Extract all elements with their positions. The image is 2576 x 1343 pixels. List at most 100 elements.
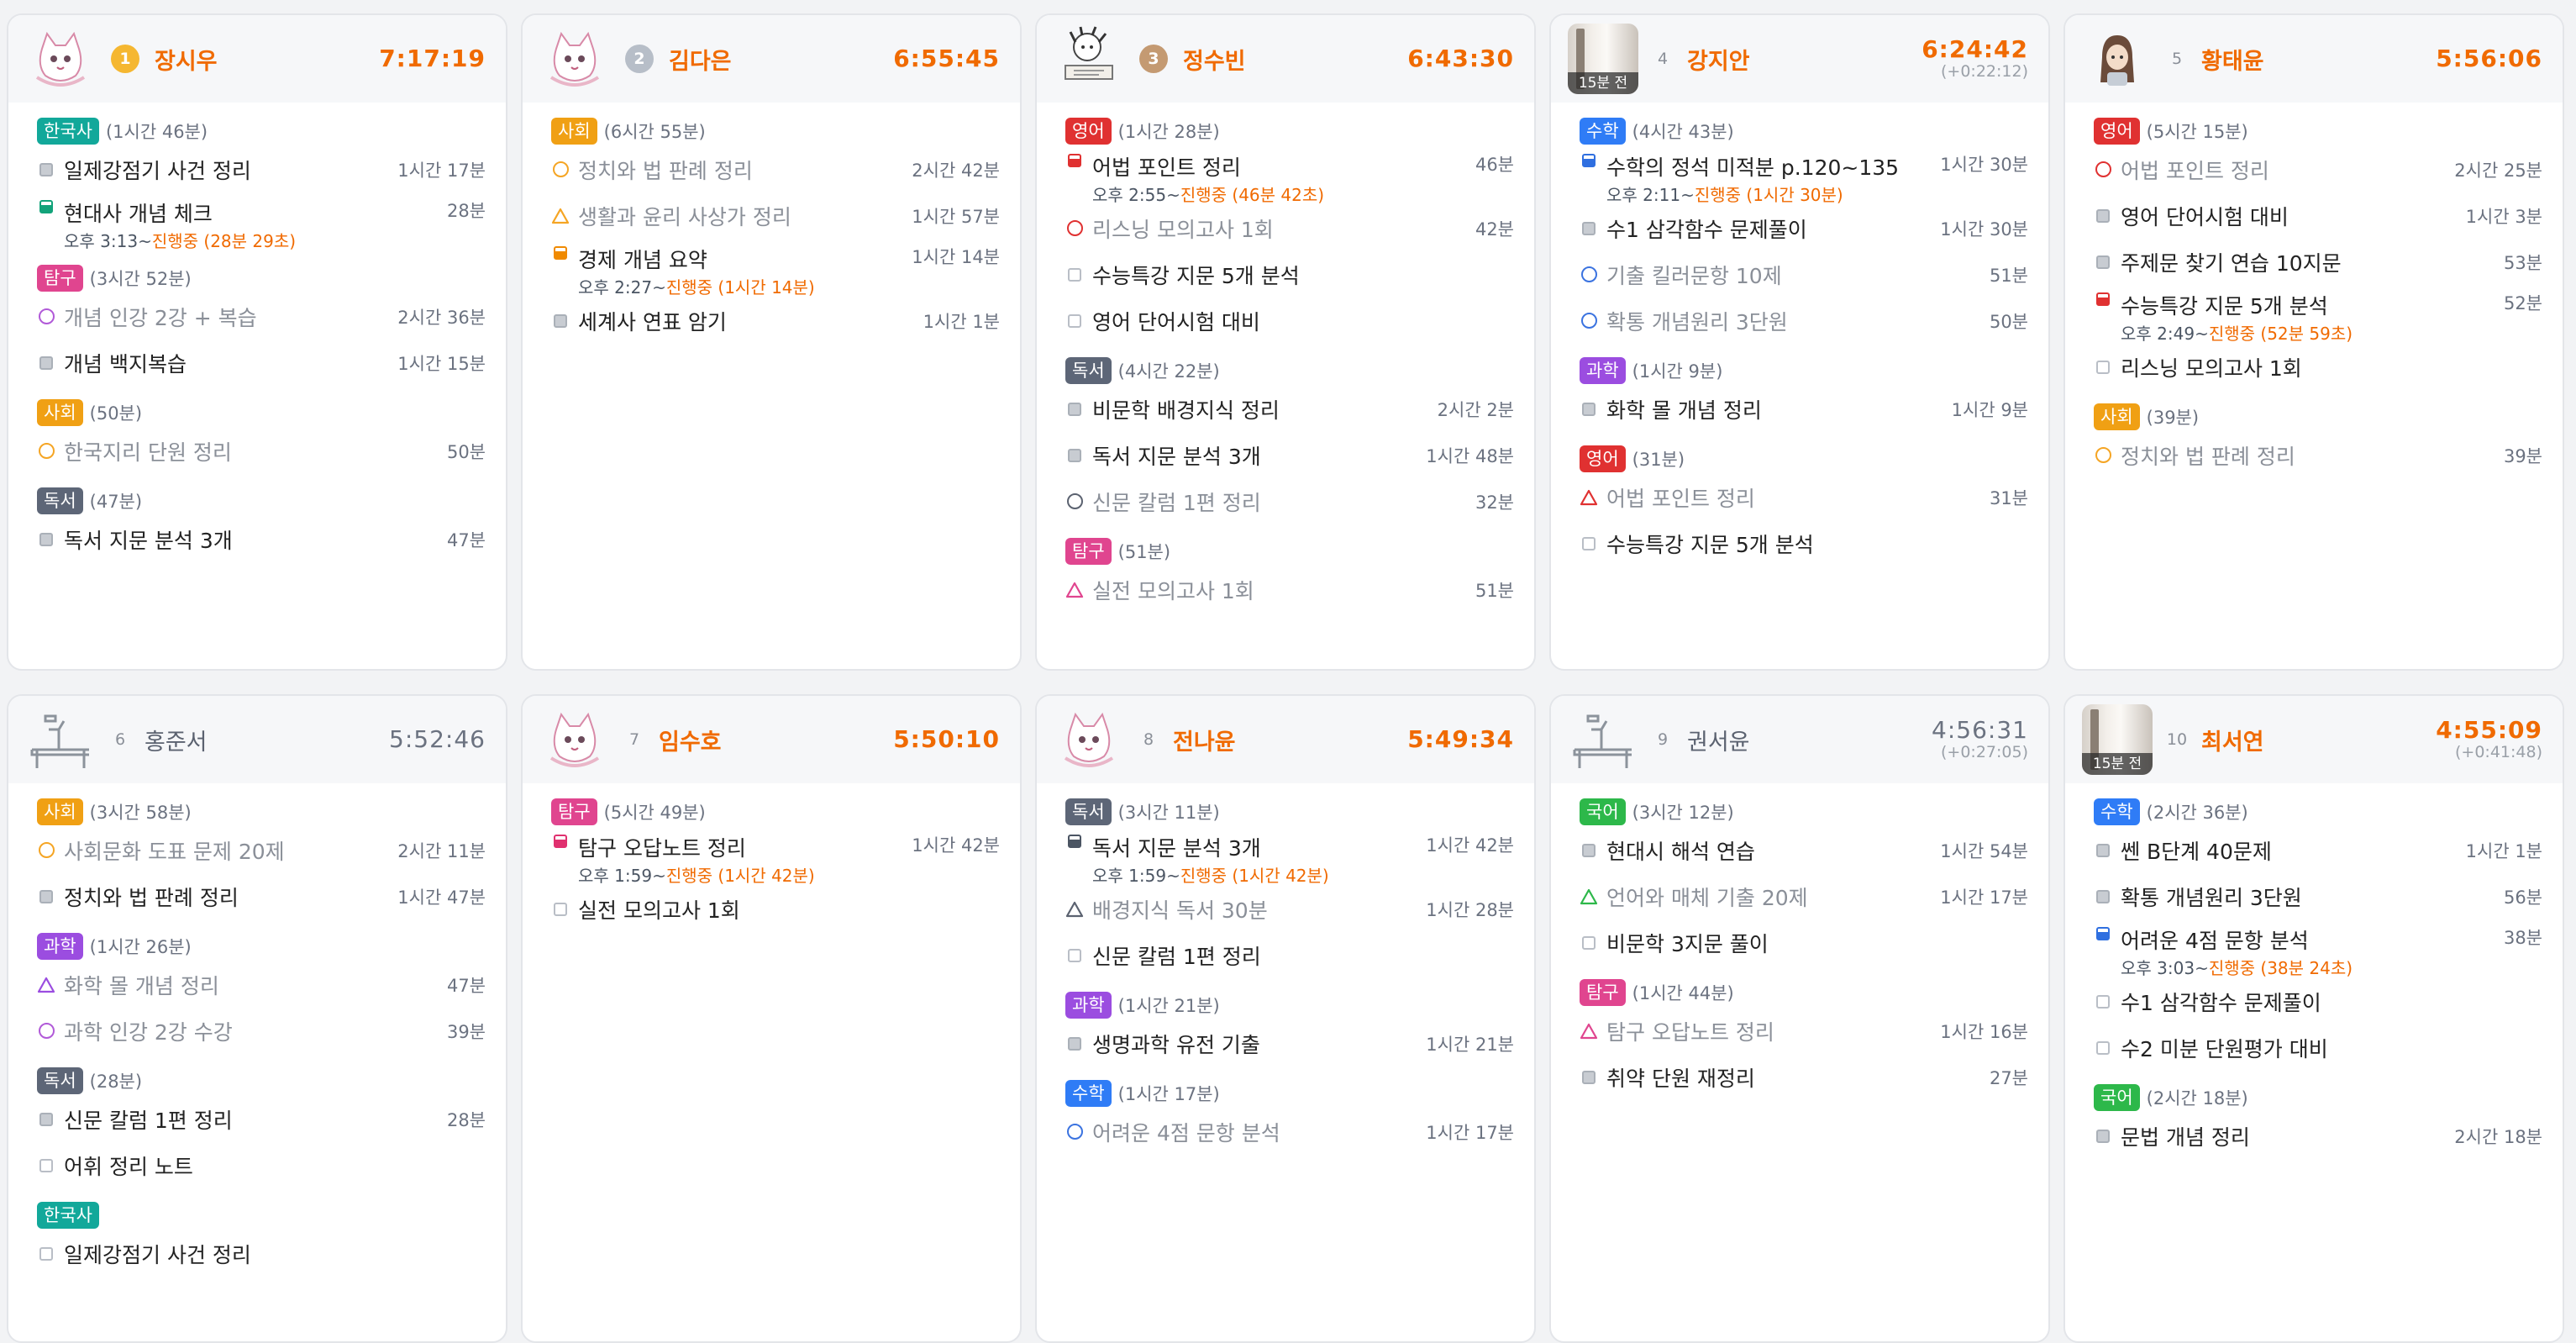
task-item[interactable]: 언어와 매체 기출 20제 1시간 17분 bbox=[1580, 873, 2028, 919]
task-item[interactable]: 문법 개념 정리 2시간 18분 bbox=[2094, 1113, 2542, 1159]
task-item[interactable]: 신문 칼럼 1편 정리 bbox=[1065, 932, 1514, 978]
task-list: 영어 (5시간 15분) 어법 포인트 정리 2시간 25분 영어 단어시험 대비 1시간… bbox=[2065, 103, 2563, 478]
student-card[interactable]: 15분 전 4 강지안 6:24:42 (+0:22:12) 수학 (4시간 43분) 수학의… bbox=[1549, 13, 2050, 671]
task-item[interactable]: 주제문 찾기 연습 10지문 53분 bbox=[2094, 239, 2542, 285]
task-item[interactable]: 어려운 4점 문항 분석 38분 오후 3:03~진행중 (38분 24초) bbox=[2094, 919, 2542, 978]
student-name[interactable]: 전나윤 bbox=[1173, 724, 1392, 756]
task-item[interactable]: 어휘 정리 노트 bbox=[37, 1142, 486, 1188]
task-duration: 1시간 48분 bbox=[1426, 445, 1514, 466]
task-duration: 50분 bbox=[446, 441, 486, 462]
task-item[interactable]: 수1 삼각함수 문제풀이 bbox=[2094, 978, 2542, 1024]
student-card[interactable]: 5 황태윤 5:56:06 영어 (5시간 15분) 어법 포인트 정리 2시간 25분 영어… bbox=[2063, 13, 2564, 671]
task-item[interactable]: 수2 미분 단원평가 대비 bbox=[2094, 1024, 2542, 1071]
task-item[interactable]: 수능특강 지문 5개 분석 bbox=[1065, 251, 1514, 298]
student-name[interactable]: 정수빈 bbox=[1183, 43, 1392, 76]
task-item[interactable]: 독서 지문 분석 3개 1시간 42분 오후 1:59~진행중 (1시간 42분) bbox=[1065, 827, 1514, 886]
task-item[interactable]: 영어 단어시험 대비 bbox=[1065, 298, 1514, 344]
student-name[interactable]: 홍준서 bbox=[145, 724, 374, 756]
task-duration: 1시간 14분 bbox=[912, 247, 1000, 267]
task-item[interactable]: 어법 포인트 정리 46분 오후 2:55~진행중 (46분 42초) bbox=[1065, 146, 1514, 205]
start-time: 오후 1:59~ bbox=[1092, 866, 1180, 886]
task-item[interactable]: 개념 인강 2강 + 복습 2시간 36분 bbox=[37, 293, 486, 340]
task-item[interactable]: 생명과학 유전 기출 1시간 21분 bbox=[1065, 1020, 1514, 1066]
student-card[interactable]: 3 정수빈 6:43:30 영어 (1시간 28분) 어법 포인트 정리 46분 오후 2:5… bbox=[1035, 13, 1536, 671]
task-item[interactable]: 영어 단어시험 대비 1시간 3분 bbox=[2094, 192, 2542, 239]
task-title: 일제강점기 사건 정리 bbox=[64, 158, 251, 183]
student-name[interactable]: 황태윤 bbox=[2201, 43, 2421, 76]
card-header: 1 장시우 7:17:19 bbox=[8, 15, 506, 103]
task-title: 화학 몰 개념 정리 bbox=[64, 973, 219, 998]
task-checkbox-icon bbox=[1580, 219, 1598, 238]
task-item[interactable]: 한국지리 단원 정리 50분 bbox=[37, 428, 486, 474]
subject-tag: 사회 bbox=[37, 399, 83, 426]
task-duration: 2시간 18분 bbox=[2454, 1126, 2542, 1147]
task-item[interactable]: 일제강점기 사건 정리 bbox=[37, 1230, 486, 1277]
task-item[interactable]: 어법 포인트 정리 2시간 25분 bbox=[2094, 146, 2542, 192]
task-item[interactable]: 독서 지문 분석 3개 1시간 48분 bbox=[1065, 432, 1514, 478]
task-item[interactable]: 탐구 오답노트 정리 1시간 16분 bbox=[1580, 1008, 2028, 1054]
task-item[interactable]: 기출 킬러문항 10제 51분 bbox=[1580, 251, 2028, 298]
task-item[interactable]: 배경지식 독서 30분 1시간 28분 bbox=[1065, 886, 1514, 932]
student-name[interactable]: 최서연 bbox=[2201, 724, 2421, 756]
task-item[interactable]: 비문학 배경지식 정리 2시간 2분 bbox=[1065, 386, 1514, 432]
student-name[interactable]: 권서윤 bbox=[1687, 724, 1916, 756]
subject-header: 독서 (47분) bbox=[37, 486, 486, 516]
student-card[interactable]: 9 권서윤 4:56:31 (+0:27:05) 국어 (3시간 12분) 현대시 해석 연… bbox=[1549, 694, 2050, 1343]
task-duration: 31분 bbox=[1989, 487, 2028, 508]
task-item[interactable]: 쎈 B단계 40문제 1시간 1분 bbox=[2094, 827, 2542, 873]
subject-duration: (1시간 9분) bbox=[1632, 361, 1723, 382]
task-item[interactable]: 어려운 4점 문항 분석 1시간 17분 bbox=[1065, 1109, 1514, 1155]
task-item[interactable]: 취약 단원 재정리 27분 bbox=[1580, 1054, 2028, 1100]
task-item[interactable]: 세계사 연표 암기 1시간 1분 bbox=[551, 298, 1000, 344]
student-name[interactable]: 장시우 bbox=[155, 43, 364, 76]
task-item[interactable]: 정치와 법 판례 정리 1시간 47분 bbox=[37, 873, 486, 919]
student-card[interactable]: 8 전나윤 5:49:34 독서 (3시간 11분) 독서 지문 분석 3개 1시간 42분… bbox=[1035, 694, 1536, 1343]
task-item[interactable]: 확통 개념원리 3단원 50분 bbox=[1580, 298, 2028, 344]
task-item[interactable]: 수1 삼각함수 문제풀이 1시간 30분 bbox=[1580, 205, 2028, 251]
task-item[interactable]: 과학 인강 2강 수강 39분 bbox=[37, 1008, 486, 1054]
task-item[interactable]: 현대시 해석 연습 1시간 54분 bbox=[1580, 827, 2028, 873]
task-item[interactable]: 비문학 3지문 풀이 bbox=[1580, 919, 2028, 966]
task-item[interactable]: 수능특강 지문 5개 분석 52분 오후 2:49~진행중 (52분 59초) bbox=[2094, 285, 2542, 344]
task-title: 리스닝 모의고사 1회 bbox=[1092, 217, 1274, 242]
task-list: 국어 (3시간 12분) 현대시 해석 연습 1시간 54분 언어와 매체 기출 20제… bbox=[1551, 783, 2048, 1100]
task-item[interactable]: 독서 지문 분석 3개 47분 bbox=[37, 516, 486, 562]
task-item[interactable]: 확통 개념원리 3단원 56분 bbox=[2094, 873, 2542, 919]
task-item[interactable]: 탐구 오답노트 정리 1시간 42분 오후 1:59~진행중 (1시간 42분) bbox=[551, 827, 1000, 886]
subject-header: 과학 (1시간 21분) bbox=[1065, 990, 1514, 1020]
student-name[interactable]: 강지안 bbox=[1687, 43, 1906, 76]
task-item[interactable]: 일제강점기 사건 정리 1시간 17분 bbox=[37, 146, 486, 192]
task-item[interactable]: 실전 모의고사 1회 51분 bbox=[1065, 566, 1514, 613]
task-item[interactable]: 정치와 법 판례 정리 39분 bbox=[2094, 432, 2542, 478]
student-name[interactable]: 임수호 bbox=[659, 724, 878, 756]
task-item[interactable]: 리스닝 모의고사 1회 bbox=[2094, 344, 2542, 390]
task-item[interactable]: 리스닝 모의고사 1회 42분 bbox=[1065, 205, 1514, 251]
task-checkbox-icon bbox=[1580, 934, 1598, 952]
student-card[interactable]: 6 홍준서 5:52:46 사회 (3시간 58분) 사회문화 도표 문제 20제 2시간 … bbox=[7, 694, 507, 1343]
task-item[interactable]: 어법 포인트 정리 31분 bbox=[1580, 474, 2028, 520]
task-item[interactable]: 개념 백지복습 1시간 15분 bbox=[37, 340, 486, 386]
student-card[interactable]: 7 임수호 5:50:10 탐구 (5시간 49분) 탐구 오답노트 정리 1시간 42분 오… bbox=[521, 694, 1022, 1343]
subject-tag: 독서 bbox=[37, 1067, 83, 1094]
task-item[interactable]: 신문 칼럼 1편 정리 32분 bbox=[1065, 478, 1514, 524]
student-card[interactable]: 2 김다은 6:55:45 사회 (6시간 55분) 정치와 법 판례 정리 2시간 42분… bbox=[521, 13, 1022, 671]
task-checkbox-icon bbox=[37, 198, 55, 216]
task-item[interactable]: 사회문화 도표 문제 20제 2시간 11분 bbox=[37, 827, 486, 873]
task-item[interactable]: 생활과 윤리 사상가 정리 1시간 57분 bbox=[551, 192, 1000, 239]
task-item[interactable]: 수학의 정석 미적분 p.120~135 1시간 30분 오후 2:11~진행중 (… bbox=[1580, 146, 2028, 205]
student-name[interactable]: 김다은 bbox=[669, 43, 878, 76]
task-item[interactable]: 화학 몰 개념 정리 47분 bbox=[37, 961, 486, 1008]
task-title: 사회문화 도표 문제 20제 bbox=[64, 839, 285, 864]
student-card[interactable]: 1 장시우 7:17:19 한국사 (1시간 46분) 일제강점기 사건 정리 1시간 17… bbox=[7, 13, 507, 671]
task-item[interactable]: 신문 칼럼 1편 정리 28분 bbox=[37, 1096, 486, 1142]
student-card[interactable]: 15분 전 10 최서연 4:55:09 (+0:41:48) 수학 (2시간 36분) 쎈 … bbox=[2063, 694, 2564, 1343]
task-item[interactable]: 경제 개념 요약 1시간 14분 오후 2:27~진행중 (1시간 14분) bbox=[551, 239, 1000, 298]
total-time: 4:55:09 bbox=[2436, 715, 2542, 744]
task-item[interactable]: 현대사 개념 체크 28분 오후 3:13~진행중 (28분 29초) bbox=[37, 192, 486, 251]
task-item[interactable]: 화학 몰 개념 정리 1시간 9분 bbox=[1580, 386, 2028, 432]
task-item[interactable]: 수능특강 지문 5개 분석 bbox=[1580, 520, 2028, 566]
task-item[interactable]: 정치와 법 판례 정리 2시간 42분 bbox=[551, 146, 1000, 192]
task-title: 실전 모의고사 1회 bbox=[578, 898, 740, 923]
task-item[interactable]: 실전 모의고사 1회 bbox=[551, 886, 1000, 932]
subject-header: 한국사 bbox=[37, 1200, 486, 1230]
